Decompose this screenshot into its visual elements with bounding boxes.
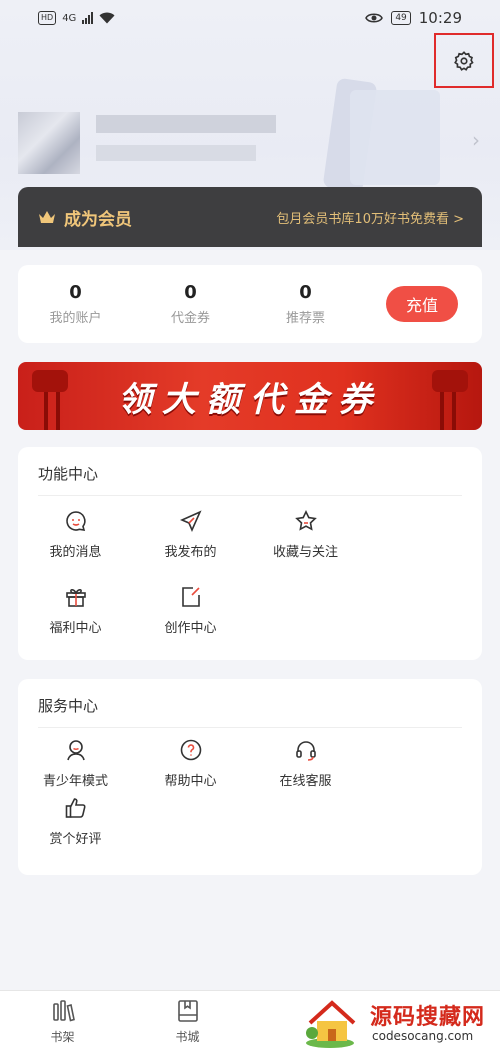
watermark-url: codesocang.com (372, 1029, 474, 1043)
account-balance-value: 0 (69, 282, 82, 303)
tab-bookshelf-label: 书架 (50, 1029, 75, 1044)
welfare-center-label: 福利中心 (49, 620, 102, 636)
service-center-title: 服务中心 (38, 697, 99, 715)
rate-us[interactable]: 赏个好评 (18, 790, 133, 852)
my-messages-label: 我的消息 (49, 544, 102, 560)
tab-bookstore[interactable]: 书城 (125, 991, 250, 1051)
decoration (350, 90, 440, 185)
message-icon (65, 510, 86, 531)
help-center-label: 帮助中心 (164, 773, 217, 789)
favorites-follows-label: 收藏与关注 (272, 544, 338, 560)
paper-plane-icon (179, 509, 202, 532)
signal-icon (82, 12, 94, 24)
battery-icon: 49 (391, 11, 411, 25)
my-messages[interactable]: 我的消息 (18, 496, 133, 572)
creation-center[interactable]: 创作中心 (133, 572, 248, 648)
tab-bookshelf[interactable]: 书架 (0, 991, 125, 1051)
hd-badge: HD (38, 11, 57, 25)
headset-icon (295, 740, 316, 761)
eye-icon (365, 13, 384, 23)
house-logo-icon (306, 1000, 356, 1048)
service-center-card: 服务中心 青少年模式 帮助中心 在线客服 赏个好评 (18, 679, 482, 875)
coupon-banner[interactable]: 领大额代金券 (18, 362, 482, 430)
account-card: 0 我的账户 0 代金券 0 推荐票 充值 (18, 265, 482, 343)
vip-title: 成为会员 (64, 209, 132, 230)
account-balance-label: 我的账户 (49, 311, 102, 326)
youth-mode-label: 青少年模式 (42, 773, 108, 789)
recommend-ticket[interactable]: 0 推荐票 (248, 282, 363, 326)
function-center-card: 功能中心 我的消息 我发布的 收藏与关注 福利中心 创作中心 (18, 447, 482, 660)
bookshelf-icon (52, 999, 75, 1022)
youth-mode[interactable]: 青少年模式 (18, 728, 133, 790)
function-center-title: 功能中心 (38, 465, 99, 483)
help-icon (180, 739, 201, 760)
welfare-center[interactable]: 福利中心 (18, 572, 133, 648)
favorites-follows[interactable]: 收藏与关注 (248, 496, 363, 572)
recommend-ticket-value: 0 (299, 282, 312, 303)
account-balance[interactable]: 0 我的账户 (18, 282, 133, 326)
coupon-label: 代金券 (170, 311, 210, 326)
settings-button[interactable] (434, 33, 494, 88)
recharge-button[interactable]: 充值 (386, 286, 458, 322)
crown-icon (39, 211, 55, 223)
username-blurred[interactable] (96, 115, 276, 133)
tab-bookstore-label: 书城 (175, 1029, 200, 1044)
vip-subtitle[interactable]: 包月会员书库10万好书免费看 > (276, 208, 464, 227)
gear-icon (454, 50, 474, 71)
lantern-decoration (32, 370, 68, 430)
help-center[interactable]: 帮助中心 (133, 728, 248, 790)
rate-us-label: 赏个好评 (49, 831, 102, 847)
recommend-ticket-label: 推荐票 (285, 311, 325, 326)
my-posts-label: 我发布的 (164, 544, 217, 560)
clock: 10:29 (418, 9, 462, 27)
star-icon (294, 509, 317, 531)
chevron-right-icon[interactable]: › (472, 128, 480, 152)
user-info-blurred (96, 145, 256, 161)
book-icon (177, 999, 198, 1022)
wifi-icon (99, 12, 115, 24)
lantern-decoration (432, 370, 468, 430)
edit-icon (181, 586, 200, 607)
status-bar: HD 4G 49 10:29 (0, 0, 500, 36)
creation-center-label: 创作中心 (164, 620, 217, 636)
avatar[interactable] (18, 112, 80, 174)
coupon-value: 0 (184, 282, 197, 303)
banner-text: 领大额代金券 (118, 379, 382, 420)
online-support[interactable]: 在线客服 (248, 728, 363, 790)
online-support-label: 在线客服 (279, 773, 332, 789)
watermark-title: 源码搜藏网 (370, 1005, 486, 1030)
thumbs-up-icon (65, 797, 86, 818)
child-icon (66, 739, 85, 760)
my-posts[interactable]: 我发布的 (133, 496, 248, 572)
vip-bar[interactable]: 成为会员 包月会员书库10万好书免费看 > (18, 187, 482, 247)
network-label: 4G (62, 12, 77, 24)
watermark: 源码搜藏网 codesocang.com (300, 995, 500, 1051)
gift-icon (65, 588, 86, 607)
coupon[interactable]: 0 代金券 (133, 282, 248, 326)
